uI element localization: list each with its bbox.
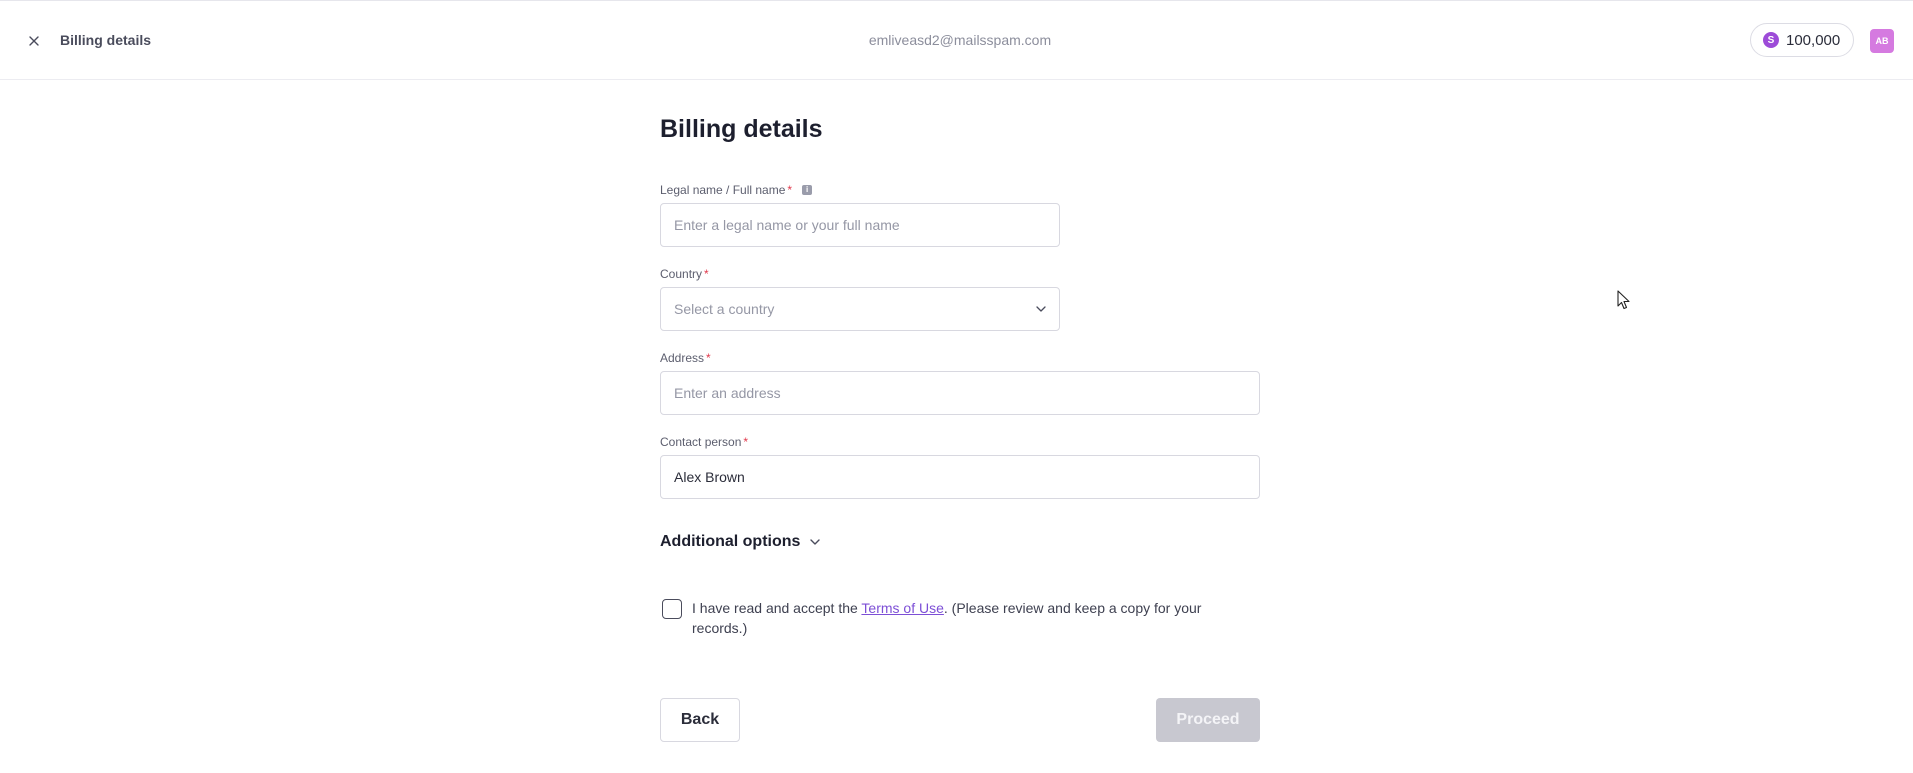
required-mark: *	[704, 267, 709, 281]
billing-form: Billing details Legal name / Full name * …	[660, 115, 1260, 742]
terms-prefix: I have read and accept the	[692, 600, 862, 616]
legal-name-label-text: Legal name / Full name	[660, 183, 786, 197]
required-mark: *	[787, 183, 793, 197]
legal-name-label: Legal name / Full name * i	[660, 183, 813, 197]
country-label: Country *	[660, 267, 709, 281]
back-button[interactable]: Back	[660, 698, 740, 742]
contact-person-label: Contact person *	[660, 435, 748, 449]
required-mark: *	[743, 435, 749, 449]
legal-name-input[interactable]	[660, 203, 1060, 247]
terms-checkbox[interactable]	[662, 599, 682, 619]
credits-balance-button[interactable]: S 100,000	[1750, 23, 1854, 57]
terms-text: I have read and accept the Terms of Use.…	[692, 598, 1260, 638]
country-select-placeholder: Select a country	[674, 301, 775, 317]
country-label-text: Country	[660, 267, 703, 281]
page-title: Billing details	[660, 115, 823, 143]
additional-options-label: Additional options	[660, 533, 801, 550]
proceed-button[interactable]: Proceed	[1156, 698, 1260, 742]
country-select[interactable]: Select a country	[660, 287, 1060, 331]
top-bar: Billing details emliveasd2@mailsspam.com…	[0, 0, 1913, 80]
address-label-text: Address	[660, 351, 705, 365]
terms-row: I have read and accept the Terms of Use.…	[660, 598, 1260, 638]
contact-person-input[interactable]	[660, 455, 1260, 499]
coin-icon: S	[1763, 32, 1779, 48]
credits-amount: 100,000	[1786, 31, 1841, 49]
avatar[interactable]: AB	[1870, 29, 1894, 53]
info-icon[interactable]: i	[802, 185, 813, 195]
terms-of-use-link[interactable]: Terms of Use	[861, 600, 943, 616]
address-label: Address *	[660, 351, 711, 365]
account-email: emliveasd2@mailsspam.com	[868, 32, 1052, 48]
chevron-down-icon	[1036, 306, 1046, 312]
contact-person-label-text: Contact person	[660, 435, 742, 449]
required-mark: *	[706, 351, 711, 365]
chevron-down-icon	[810, 539, 821, 545]
additional-options-toggle[interactable]: Additional options	[660, 533, 821, 551]
address-input[interactable]	[660, 371, 1260, 415]
mouse-cursor-icon	[1617, 290, 1630, 310]
